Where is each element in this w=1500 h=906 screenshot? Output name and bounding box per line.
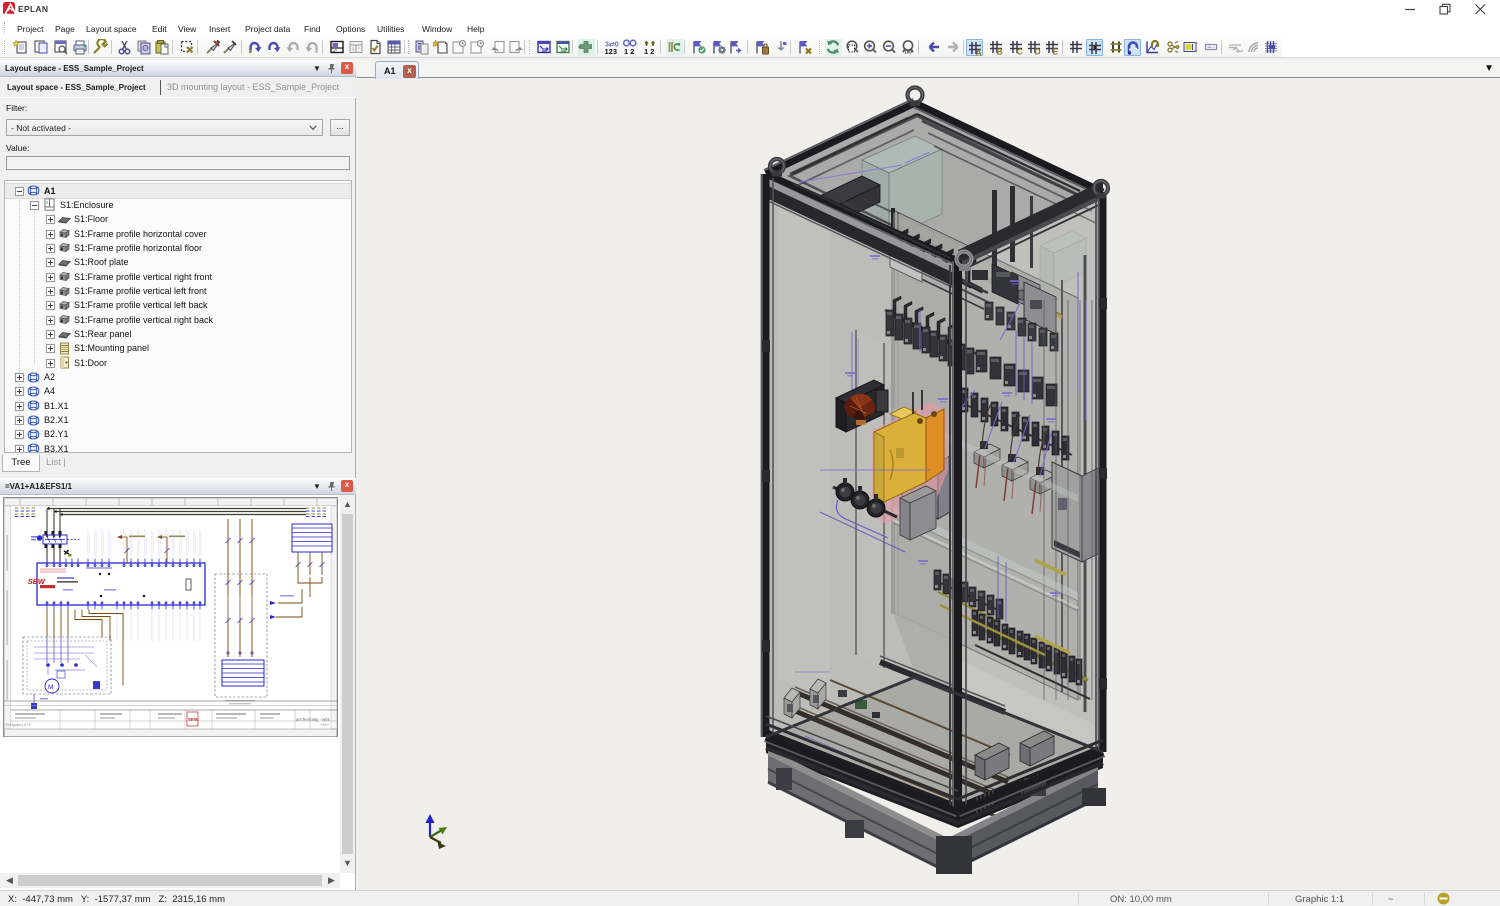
svg-text:B: B xyxy=(997,47,1003,56)
svg-text:100: 100 xyxy=(904,50,912,55)
svg-text:SEW: SEW xyxy=(27,577,46,586)
svg-text:SEW: SEW xyxy=(188,717,199,722)
svg-text:Freigabe1.0+2: Freigabe1.0+2 xyxy=(6,723,31,727)
svg-text:123: 123 xyxy=(605,47,618,55)
svg-text:D: D xyxy=(1035,47,1041,56)
svg-text:1 2: 1 2 xyxy=(624,47,634,55)
svg-text:C: C xyxy=(1017,47,1023,56)
svg-text:E: E xyxy=(1053,47,1059,56)
svg-text:M: M xyxy=(48,684,53,691)
svg-text:A: A xyxy=(976,48,982,57)
svg-text:+24V: +24V xyxy=(320,723,329,727)
svg-text:1 2: 1 2 xyxy=(644,47,654,55)
